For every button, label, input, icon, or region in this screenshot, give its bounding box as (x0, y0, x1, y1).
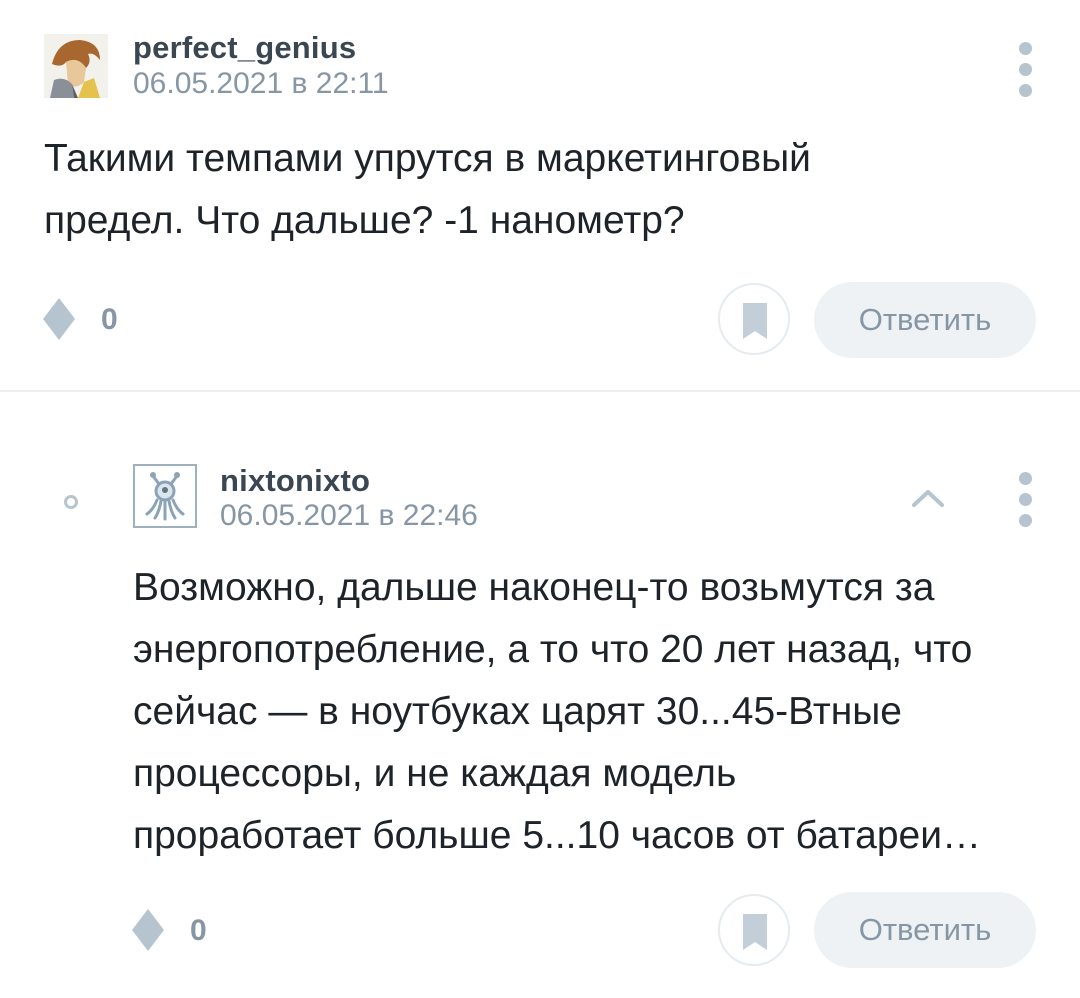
avatar[interactable] (133, 464, 197, 528)
vote-count: 0 (101, 303, 118, 336)
bookmark-button[interactable] (718, 894, 790, 966)
author-name[interactable]: perfect_genius (133, 30, 356, 66)
vote-diamond-icon[interactable] (43, 298, 75, 340)
comment-text-line: предел. Что дальше? -1 нанометр? (44, 199, 685, 242)
chevron-up-icon[interactable] (911, 488, 945, 508)
reply-button[interactable]: Ответить (814, 282, 1036, 358)
comment-text-line: проработает больше 5...10 часов от батар… (133, 814, 982, 857)
vote-count: 0 (190, 914, 207, 947)
comment-text-line: энергопотребление, а то что 20 лет назад… (133, 628, 973, 671)
comment-text: Возможно, дальше наконец-то возьмутся за… (133, 557, 981, 867)
comment-text-line: сейчас — в ноутбуках царят 30...45-Втные (133, 690, 902, 733)
comment-1: perfect_genius 06.05.2021 в 22:11 Такими… (0, 0, 1080, 390)
comment-text-line: Такими темпами упрутся в маркетинговый (44, 137, 811, 180)
author-name[interactable]: nixtonixto (220, 463, 370, 499)
bookmark-button[interactable] (718, 283, 790, 355)
comment-2: nixtonixto 06.05.2021 в 22:46 Возможно, … (0, 392, 1080, 998)
more-vertical-icon[interactable] (1016, 42, 1036, 98)
thread-bullet-icon (64, 495, 78, 509)
comments-page: perfect_genius 06.05.2021 в 22:11 Такими… (0, 0, 1080, 998)
vote-diamond-icon[interactable] (132, 909, 164, 951)
reply-button[interactable]: Ответить (814, 892, 1036, 968)
comment-date[interactable]: 06.05.2021 в 22:11 (133, 67, 389, 101)
comment-text: Такими темпами упрутся в маркетинговый п… (44, 128, 811, 252)
avatar[interactable] (44, 34, 108, 98)
bookmark-icon (743, 914, 767, 950)
bookmark-icon (743, 303, 767, 339)
comment-text-line: Возможно, дальше наконец-то возьмутся за (133, 566, 935, 609)
comment-date[interactable]: 06.05.2021 в 22:46 (220, 499, 478, 533)
comment-text-line: процессоры, и не каждая модель (133, 752, 737, 795)
more-vertical-icon[interactable] (1016, 472, 1036, 528)
